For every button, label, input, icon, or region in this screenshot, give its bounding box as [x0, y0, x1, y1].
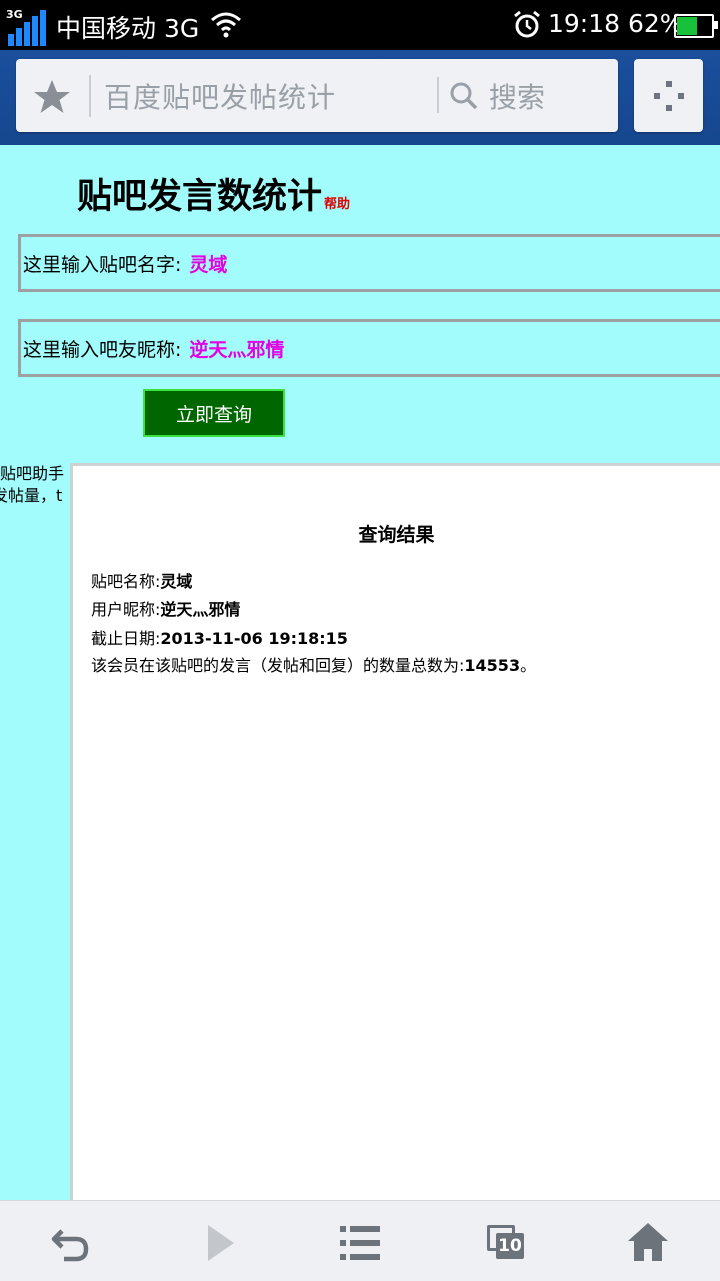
result-title: 查询结果: [358, 524, 435, 546]
search-divider: [437, 77, 439, 113]
side-frame: 贴吧助手 发帖量，t: [0, 463, 70, 1200]
nickname-label: 这里输入吧友昵称:: [23, 338, 182, 361]
menu-dots-icon: [666, 81, 672, 87]
address-text[interactable]: 百度贴吧发帖统计: [104, 76, 336, 116]
battery-icon: [674, 14, 718, 38]
search-button-label[interactable]: 搜索: [489, 76, 545, 116]
signal-icon: 3G: [6, 8, 46, 46]
carrier-label: 中国移动 3G: [56, 14, 200, 43]
nickname-value[interactable]: 逆天灬邪情: [189, 335, 284, 362]
result-count: 该会员在该贴吧的发言（发帖和回复）的数量总数为:14553。: [91, 656, 537, 675]
help-link[interactable]: 帮助: [324, 197, 350, 212]
network-type-label: 3G: [6, 8, 23, 21]
tabs-button[interactable]: 10: [484, 1219, 532, 1267]
star-icon[interactable]: [32, 77, 72, 117]
result-panel: 查询结果 贴吧名称:灵域 用户昵称:逆天灬邪情 截止日期:2013-11-06 …: [70, 463, 720, 1200]
search-icon[interactable]: [449, 81, 479, 111]
browser-toolbar: 百度贴吧发帖统计 搜索: [0, 50, 720, 145]
tab-count: 10: [496, 1233, 524, 1259]
alarm-icon: [514, 10, 540, 38]
result-date: 截止日期:2013-11-06 19:18:15: [91, 629, 348, 648]
result-user: 用户昵称:逆天灬邪情: [91, 600, 241, 619]
wifi-icon: [211, 12, 241, 38]
side-text-line: 发帖量，t: [0, 486, 63, 505]
back-icon[interactable]: [48, 1219, 96, 1267]
list-menu-icon[interactable]: [336, 1219, 384, 1267]
status-bar: 3G 中国移动 3G 19:18 62%: [0, 0, 720, 50]
side-text-line: 贴吧助手: [0, 464, 65, 483]
address-divider: [89, 75, 91, 117]
forward-icon[interactable]: [196, 1219, 244, 1267]
menu-button[interactable]: [634, 59, 703, 132]
bar-name-value[interactable]: 灵域: [189, 250, 227, 277]
bar-name-field[interactable]: 这里输入贴吧名字: 灵域: [18, 234, 720, 292]
bar-name-label: 这里输入贴吧名字:: [23, 253, 182, 276]
result-bar-name: 贴吧名称:灵域: [91, 572, 193, 591]
bottom-toolbar: 10: [0, 1200, 720, 1281]
nickname-field[interactable]: 这里输入吧友昵称: 逆天灬邪情: [18, 319, 720, 377]
page-title: 贴吧发言数统计 帮助: [77, 177, 351, 217]
query-button[interactable]: 立即查询: [143, 389, 285, 437]
address-bar[interactable]: 百度贴吧发帖统计 搜索: [16, 59, 618, 132]
clock: 19:18 62%: [548, 9, 684, 38]
home-icon[interactable]: [624, 1219, 672, 1267]
